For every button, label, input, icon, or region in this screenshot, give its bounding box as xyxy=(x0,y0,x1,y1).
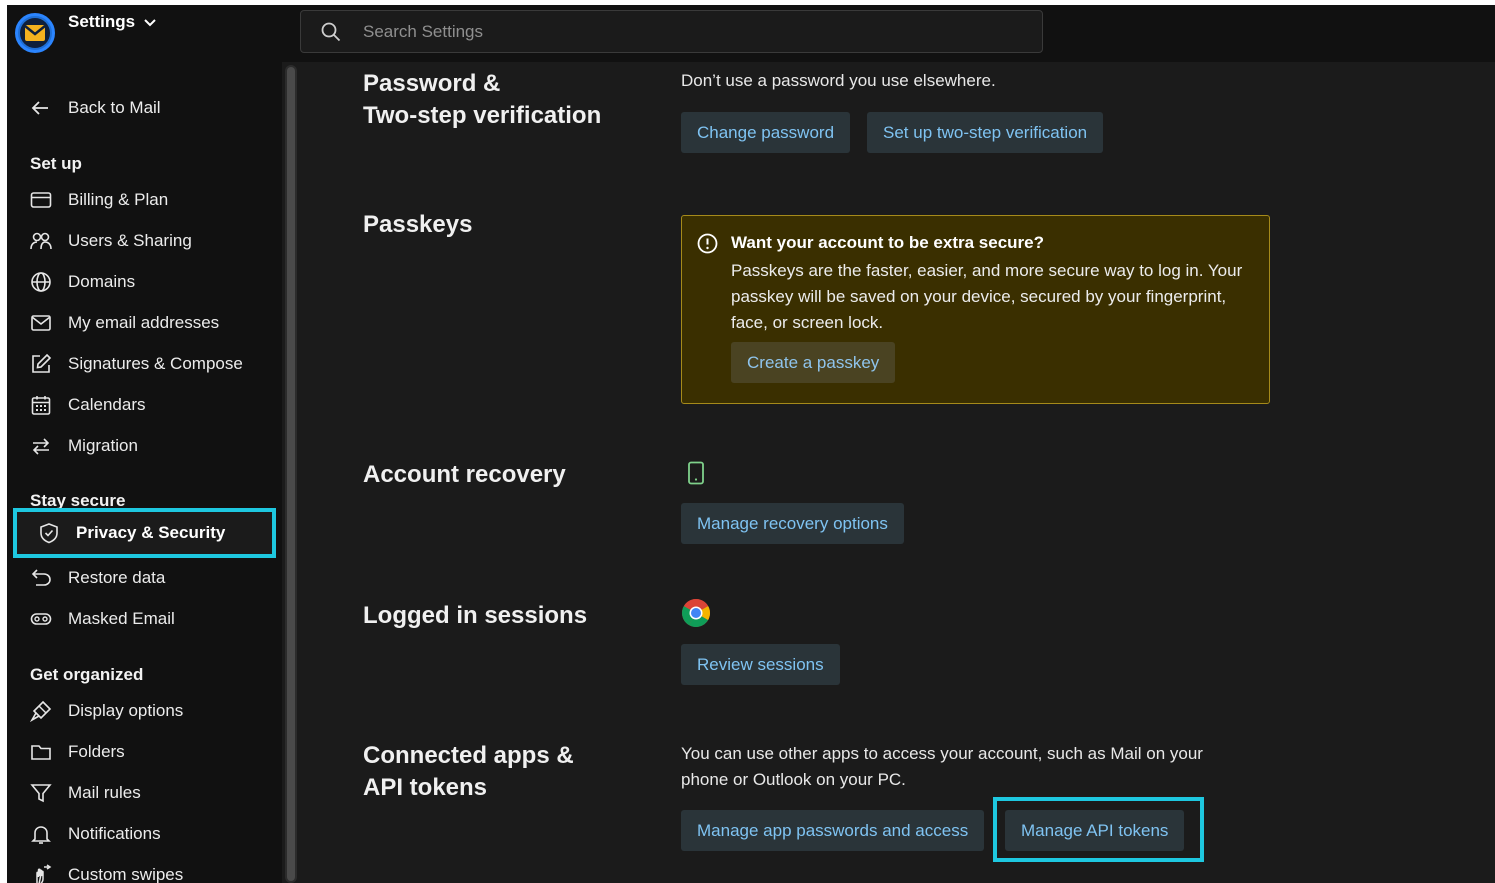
sidebar-item-label: Restore data xyxy=(68,568,166,587)
settings-menu-button[interactable]: Settings xyxy=(68,12,157,32)
app-logo[interactable] xyxy=(15,13,55,53)
arrow-left-icon xyxy=(29,96,53,120)
mail-logo-icon xyxy=(20,18,50,48)
section-get-organized: Get organized xyxy=(30,665,144,684)
sidebar-item-restore[interactable]: Restore data xyxy=(29,561,165,595)
credit-card-icon xyxy=(29,188,53,212)
envelope-icon xyxy=(29,311,53,335)
undo-icon xyxy=(29,566,53,590)
review-sessions-button[interactable]: Review sessions xyxy=(681,644,840,685)
section-setup: Set up xyxy=(30,154,82,173)
password-description: Don’t use a password you use elsewhere. xyxy=(681,71,996,90)
search-icon xyxy=(321,22,341,41)
sidebar-item-label: Custom swipes xyxy=(68,865,184,883)
swap-arrows-icon xyxy=(29,434,53,458)
sidebar-scrollbar[interactable] xyxy=(285,65,297,883)
back-to-mail-label: Back to Mail xyxy=(68,98,161,117)
sidebar-item-migration[interactable]: Migration xyxy=(29,429,138,463)
connected-title-line1: Connected apps & xyxy=(363,742,574,769)
mask-icon xyxy=(29,607,53,631)
filter-icon xyxy=(29,781,53,805)
manage-recovery-options-button[interactable]: Manage recovery options xyxy=(681,503,904,544)
sidebar-item-label: Privacy & Security xyxy=(76,523,226,542)
connected-apps-description: You can use other apps to access your ac… xyxy=(681,744,1203,789)
create-passkey-button[interactable]: Create a passkey xyxy=(731,342,896,383)
users-icon xyxy=(29,229,53,253)
calendar-icon xyxy=(29,393,53,417)
manage-app-passwords-button[interactable]: Manage app passwords and access xyxy=(681,810,985,851)
sidebar-item-label: Signatures & Compose xyxy=(68,354,243,373)
sidebar: Back to Mail Set up Billing & Plan Users… xyxy=(7,62,282,883)
alert-circle-icon xyxy=(697,233,718,254)
warning-title: Want your account to be extra secure? xyxy=(731,233,1044,252)
brush-icon xyxy=(29,699,53,723)
sidebar-item-label: Billing & Plan xyxy=(68,190,169,209)
sidebar-item-email-addresses[interactable]: My email addresses xyxy=(29,306,219,340)
shield-check-icon xyxy=(37,521,61,545)
sidebar-item-privacy-security[interactable]: Privacy & Security xyxy=(13,508,276,558)
sidebar-item-notifications[interactable]: Notifications xyxy=(29,817,161,851)
sidebar-item-label: Folders xyxy=(68,742,125,761)
sidebar-item-custom-swipes[interactable]: Custom swipes xyxy=(29,858,183,883)
connected-title-line2: API tokens xyxy=(363,774,488,801)
connected-apps-title: Connected apps & API tokens xyxy=(363,740,574,804)
passkey-warning-box: Want your account to be extra secure? Pa… xyxy=(681,215,1270,404)
sidebar-item-label: Calendars xyxy=(68,395,146,414)
sidebar-item-label: Users & Sharing xyxy=(68,231,192,250)
two-step-verification-button[interactable]: Set up two-step verification xyxy=(867,112,1104,153)
warning-body: Passkeys are the faster, easier, and mor… xyxy=(731,261,1243,332)
logged-in-sessions-title: Logged in sessions xyxy=(363,602,588,629)
sidebar-item-masked-email[interactable]: Masked Email xyxy=(29,602,175,636)
sidebar-item-label: Mail rules xyxy=(68,783,141,802)
sidebar-item-display-options[interactable]: Display options xyxy=(29,694,183,728)
settings-app: Settings Back to Mail Set up Billing & P… xyxy=(7,5,1495,883)
sidebar-item-billing[interactable]: Billing & Plan xyxy=(29,183,168,217)
sidebar-item-label: My email addresses xyxy=(68,313,220,332)
sidebar-item-label: Notifications xyxy=(68,824,161,843)
search-bar[interactable] xyxy=(300,10,1043,53)
back-to-mail-link[interactable]: Back to Mail xyxy=(29,91,161,125)
bell-icon xyxy=(29,822,53,846)
password-section-title: Password & Two-step verification xyxy=(363,68,601,132)
swipe-hand-icon xyxy=(29,863,53,883)
sidebar-item-calendars[interactable]: Calendars xyxy=(29,388,146,422)
sidebar-item-users[interactable]: Users & Sharing xyxy=(29,224,192,258)
sidebar-item-domains[interactable]: Domains xyxy=(29,265,135,299)
sidebar-item-mail-rules[interactable]: Mail rules xyxy=(29,776,141,810)
sidebar-item-label: Display options xyxy=(68,701,184,720)
chrome-icon xyxy=(682,599,710,627)
password-title-line1: Password & xyxy=(363,70,501,97)
chevron-down-icon xyxy=(144,19,156,27)
edit-icon xyxy=(29,352,53,376)
globe-icon xyxy=(29,270,53,294)
search-input[interactable] xyxy=(363,21,963,42)
sidebar-item-folders[interactable]: Folders xyxy=(29,735,125,769)
password-title-line2: Two-step verification xyxy=(363,102,602,129)
manage-api-tokens-button[interactable]: Manage API tokens xyxy=(1005,810,1185,851)
change-password-button[interactable]: Change password xyxy=(681,112,851,153)
account-recovery-title: Account recovery xyxy=(363,461,566,488)
passkeys-section-title: Passkeys xyxy=(363,211,473,238)
sidebar-item-label: Migration xyxy=(68,436,138,455)
phone-icon xyxy=(688,461,704,485)
sidebar-item-label: Masked Email xyxy=(68,609,175,628)
scrollbar-thumb[interactable] xyxy=(287,67,295,881)
app-title: Settings xyxy=(68,12,136,31)
top-bar: Settings xyxy=(7,5,1495,62)
sidebar-item-label: Domains xyxy=(68,272,136,291)
sidebar-item-signatures[interactable]: Signatures & Compose xyxy=(29,347,243,381)
folder-icon xyxy=(29,740,53,764)
